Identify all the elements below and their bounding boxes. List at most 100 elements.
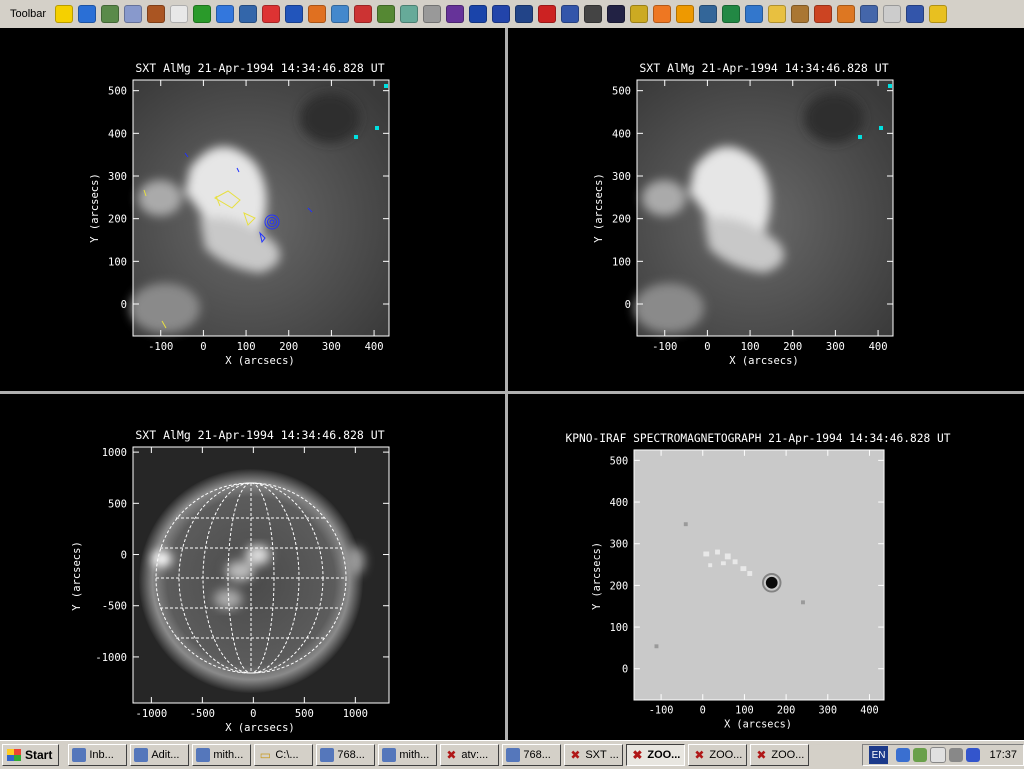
clock[interactable]: 17:37 xyxy=(989,749,1017,761)
window-icon[interactable] xyxy=(491,5,510,23)
close-x-icon: ✖ xyxy=(446,748,457,762)
browser-e-icon[interactable] xyxy=(215,5,234,23)
wand-icon[interactable] xyxy=(445,5,464,23)
warning-icon[interactable] xyxy=(928,5,947,23)
taskbar-item[interactable]: ▭ C:\... xyxy=(254,744,314,766)
stamp-icon[interactable] xyxy=(629,5,648,23)
cup-icon[interactable] xyxy=(790,5,809,23)
panel-title: SXT AlMg 21-Apr-1994 14:34:46.828 UT xyxy=(135,428,384,442)
app-a-icon xyxy=(134,748,149,762)
globe-icon[interactable] xyxy=(77,5,96,23)
folder-icon[interactable] xyxy=(767,5,786,23)
y-tick-label: 400 xyxy=(612,128,631,140)
wheel-icon[interactable] xyxy=(376,5,395,23)
start-button[interactable]: Start xyxy=(2,744,60,766)
calendar-icon[interactable] xyxy=(422,5,441,23)
taskbar-item[interactable]: ✖ ZOO... xyxy=(688,744,748,766)
taskbar-item[interactable]: ✖ SXT ... xyxy=(564,744,624,766)
terminal-icon[interactable] xyxy=(583,5,602,23)
monitor-icon[interactable] xyxy=(560,5,579,23)
panel-sxt-zoom[interactable]: SXT AlMg 21-Apr-1994 14:34:46.828 UT -10… xyxy=(508,28,1012,388)
cd-icon[interactable] xyxy=(882,5,901,23)
taskbar-item-label: mith... xyxy=(213,749,244,761)
firefox-icon[interactable] xyxy=(307,5,326,23)
volume-icon[interactable] xyxy=(949,748,964,762)
x-tick-label: 0 xyxy=(700,705,706,717)
panel-magnetogram[interactable]: KPNO-IRAF SPECTROMAGNETOGRAPH 21-Apr-199… xyxy=(508,394,1012,754)
chat-bubble-icon[interactable] xyxy=(169,5,188,23)
mail-icon[interactable] xyxy=(238,5,257,23)
y-tick-label: 500 xyxy=(108,86,127,98)
word-icon[interactable] xyxy=(284,5,303,23)
taskbar-item-label: Adit... xyxy=(151,749,180,761)
x-tick-label: -500 xyxy=(190,708,215,720)
taskbar-item-label: Inb... xyxy=(89,749,114,761)
start-label: Start xyxy=(25,748,53,762)
x-axis-label: X (arcsecs) xyxy=(225,355,295,367)
at-sign-icon[interactable] xyxy=(652,5,671,23)
panel-title: SXT AlMg 21-Apr-1994 14:34:46.828 UT xyxy=(135,61,384,75)
window-splitter-vertical[interactable] xyxy=(505,28,508,740)
taskbar-item[interactable]: 768... xyxy=(316,744,376,766)
panel-title: SXT AlMg 21-Apr-1994 14:34:46.828 UT xyxy=(639,61,888,75)
y-axis-label: Y (arcsecs) xyxy=(591,542,603,610)
panel-sxt-full-disk[interactable]: SXT AlMg 21-Apr-1994 14:34:46.828 UT -10… xyxy=(0,394,504,754)
images-icon[interactable] xyxy=(859,5,878,23)
close-x-icon: ✖ xyxy=(570,748,581,762)
taskbar-item[interactable]: mith... xyxy=(378,744,438,766)
language-indicator[interactable]: EN xyxy=(868,746,889,764)
person-icon[interactable] xyxy=(330,5,349,23)
taskbar-item[interactable]: ✖ ZOO... xyxy=(750,744,810,766)
y-axis-label: Y (arcsecs) xyxy=(89,173,101,243)
taskbar-item[interactable]: ✖ ZOO... xyxy=(626,744,686,766)
app-a-icon[interactable] xyxy=(54,5,73,23)
close-x-icon: ✖ xyxy=(756,748,767,762)
taskbar-item-label: ZOO... xyxy=(709,749,743,761)
close-x-icon[interactable] xyxy=(606,5,625,23)
taskbar-item-label: ZOO... xyxy=(771,749,805,761)
taskbar-item[interactable]: mith... xyxy=(192,744,252,766)
taskbar-item[interactable]: Inb... xyxy=(68,744,128,766)
monitor-icon xyxy=(382,748,397,762)
y-tick-label: 500 xyxy=(610,455,629,467)
landscape-icon[interactable] xyxy=(100,5,119,23)
search-globe-icon[interactable] xyxy=(698,5,717,23)
target-icon[interactable] xyxy=(744,5,763,23)
panel-sxt-zoom-contours[interactable]: SXT AlMg 21-Apr-1994 14:34:46.828 UT -10… xyxy=(0,28,504,388)
antivirus-shield-icon[interactable] xyxy=(966,748,981,762)
spreadsheet-icon[interactable] xyxy=(721,5,740,23)
taskbar-item[interactable]: 768... xyxy=(502,744,562,766)
disc-icon[interactable] xyxy=(353,5,372,23)
x-tick-label: 1000 xyxy=(343,708,368,720)
x-axis-label: X (arcsecs) xyxy=(724,718,792,730)
red-dot-icon[interactable] xyxy=(537,5,556,23)
photo-icon[interactable] xyxy=(813,5,832,23)
ftp-icon[interactable] xyxy=(514,5,533,23)
lifebuoy-icon[interactable] xyxy=(261,5,280,23)
x-tick-label: 100 xyxy=(741,341,760,353)
y-axis-label: Y (arcsecs) xyxy=(593,173,605,243)
clock-icon[interactable] xyxy=(836,5,855,23)
y-tick-label: 100 xyxy=(612,256,631,268)
monitor-icon xyxy=(196,748,211,762)
sun-icon[interactable] xyxy=(675,5,694,23)
network-icon[interactable] xyxy=(896,748,911,762)
sxt-image xyxy=(634,80,893,336)
chat-bubble-icon[interactable] xyxy=(930,747,947,763)
taskbar-item[interactable]: ✖ atv:... xyxy=(440,744,500,766)
desktop-icon[interactable] xyxy=(905,5,924,23)
document-icon[interactable] xyxy=(123,5,142,23)
window-splitter-horizontal[interactable] xyxy=(0,391,1024,394)
taskbar-item[interactable]: Adit... xyxy=(130,744,190,766)
x-tick-label: -100 xyxy=(148,341,173,353)
x-tick-label: 400 xyxy=(365,341,384,353)
grid-icon[interactable] xyxy=(468,5,487,23)
windows-logo-icon xyxy=(7,749,21,761)
x-tick-label: 300 xyxy=(826,341,845,353)
network-icon[interactable] xyxy=(399,5,418,23)
y-tick-label: 100 xyxy=(108,256,127,268)
owl-icon[interactable] xyxy=(146,5,165,23)
clover-icon[interactable] xyxy=(192,5,211,23)
messenger-icon[interactable] xyxy=(913,748,928,762)
y-tick-label: 0 xyxy=(121,550,127,562)
